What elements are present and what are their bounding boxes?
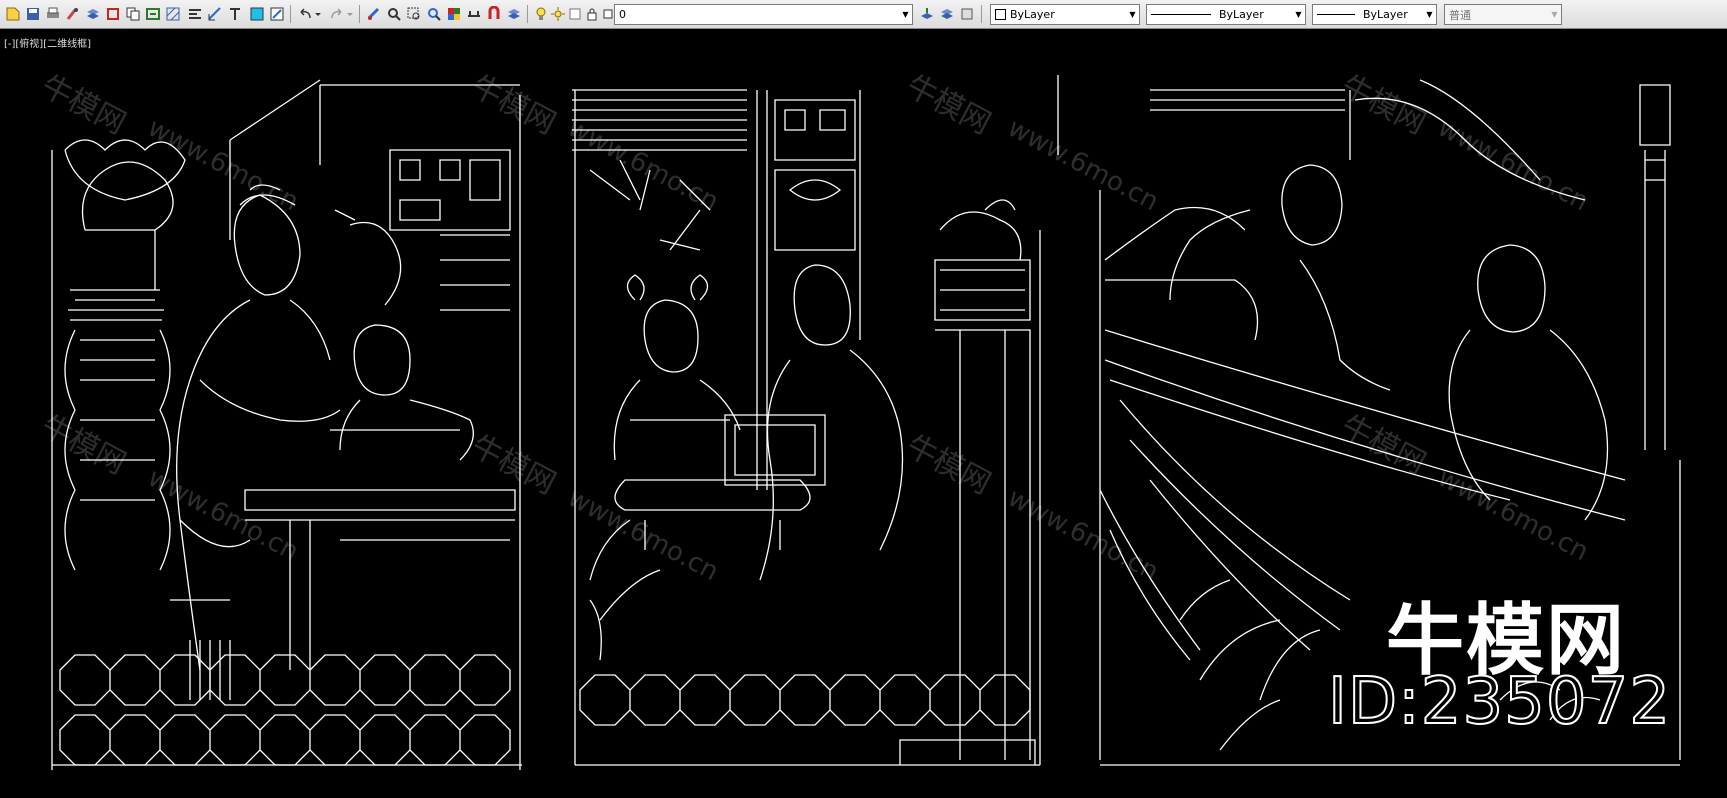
- linetype-sample: [1151, 14, 1211, 15]
- zoom-previous-icon[interactable]: [424, 4, 443, 23]
- lineweight-combo-value: ByLayer: [1363, 8, 1408, 21]
- chevron-down-icon[interactable]: ▼: [899, 5, 912, 24]
- layer-state-icon[interactable]: [504, 4, 523, 23]
- color-swatch-icon: [995, 9, 1006, 20]
- text-align-icon[interactable]: [185, 4, 204, 23]
- layer-combo[interactable]: 0 ▼: [614, 4, 913, 25]
- color-combo[interactable]: ByLayer ▼: [990, 4, 1140, 25]
- color-icon[interactable]: [247, 4, 266, 23]
- tool-palettes-icon[interactable]: [484, 4, 503, 23]
- layer-iso-icon[interactable]: [957, 4, 976, 23]
- block-icon[interactable]: [103, 4, 122, 23]
- lineweight-combo[interactable]: ByLayer ▼: [1312, 4, 1437, 25]
- insert-icon[interactable]: [143, 4, 162, 23]
- floor-pattern-left: [52, 654, 522, 766]
- layer-previous-icon[interactable]: [937, 4, 956, 23]
- plotstyle-combo: 普通 ▼: [1444, 4, 1562, 25]
- layers-icon[interactable]: [83, 4, 102, 23]
- design-center-icon[interactable]: [464, 4, 483, 23]
- chevron-down-icon[interactable]: ▼: [1423, 5, 1436, 24]
- dimension-icon[interactable]: [205, 4, 224, 23]
- save-icon[interactable]: [23, 4, 42, 23]
- redo-dropdown-icon[interactable]: [345, 4, 355, 23]
- color-combo-value: ByLayer: [1010, 8, 1055, 21]
- hatch-icon[interactable]: [163, 4, 182, 23]
- make-current-layer-icon[interactable]: [917, 4, 936, 23]
- top-toolbar: 0 ▼ ByLayer ▼ ByLayer ▼ ByLayer ▼ 普通 ▼: [0, 0, 1727, 29]
- undo-icon[interactable]: [295, 4, 314, 23]
- lineweight-sample: [1317, 14, 1355, 15]
- layer-match-icon[interactable]: [267, 4, 286, 23]
- pan-icon[interactable]: [364, 4, 383, 23]
- linetype-combo-value: ByLayer: [1219, 8, 1264, 21]
- linetype-combo[interactable]: ByLayer ▼: [1146, 4, 1306, 25]
- chevron-down-icon[interactable]: ▼: [1126, 5, 1139, 24]
- plotstyle-combo-value: 普通: [1449, 8, 1471, 22]
- layer-combo-value: 0: [619, 8, 626, 21]
- match-properties-icon[interactable]: [63, 4, 82, 23]
- text-icon[interactable]: [225, 4, 244, 23]
- panel-middle-illustration: [572, 89, 1041, 766]
- new-file-icon[interactable]: [3, 4, 22, 23]
- properties-icon[interactable]: [444, 4, 463, 23]
- cad-application: 0 ▼ ByLayer ▼ ByLayer ▼ ByLayer ▼ 普通 ▼ […: [0, 0, 1727, 798]
- chevron-down-icon[interactable]: ▼: [1292, 5, 1305, 24]
- print-icon[interactable]: [43, 4, 62, 23]
- copy-icon[interactable]: [123, 4, 142, 23]
- redo-icon[interactable]: [327, 4, 346, 23]
- zoom-realtime-icon[interactable]: [384, 4, 403, 23]
- undo-dropdown-icon[interactable]: [313, 4, 323, 23]
- chevron-down-icon: ▼: [1551, 10, 1558, 19]
- zoom-window-icon[interactable]: [404, 4, 423, 23]
- panel-left-illustration: [51, 79, 522, 770]
- model-id-watermark: ID:235072: [1327, 664, 1672, 740]
